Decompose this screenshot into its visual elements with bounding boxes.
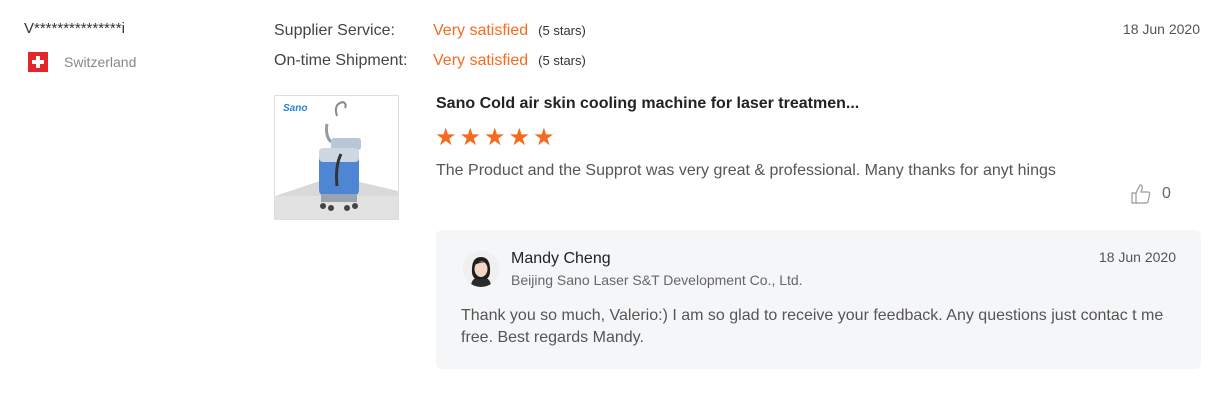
thumbs-up-icon [1131,184,1151,204]
rating-stars-text: (5 stars) [538,23,586,38]
rating-row-on-time-shipment: On-time Shipment: Very satisfied (5 star… [274,52,586,70]
review-date: 18 Jun 2020 [1122,21,1200,37]
like-button[interactable]: 0 [1130,183,1171,205]
star-icon: ★ [508,124,531,151]
star-icon: ★ [459,124,482,151]
country-name: Switzerland [64,54,137,70]
rating-value: Very satisfied [433,22,529,39]
like-count: 0 [1162,185,1171,202]
reviewer-country: Switzerland [28,52,136,72]
star-icon: ★ [533,124,555,151]
reply-company: Beijing Sano Laser S&T Development Co., … [511,272,803,288]
star-icon: ★ [484,124,506,151]
rating-stars-text: (5 stars) [538,53,586,68]
avatar [463,251,499,287]
product-thumbnail[interactable]: Sano [274,95,399,220]
avatar-image [463,251,499,287]
rating-value: Very satisfied [433,52,529,69]
review-text: The Product and the Supprot was very gre… [436,162,1056,179]
reviewer-name: V***************i [24,20,125,37]
rating-label: Supplier Service: [274,22,395,39]
rating-row-supplier-service: Supplier Service: Very satisfied (5 star… [274,22,586,40]
review-star-rating: ★ ★ ★ ★ ★ [435,125,555,151]
reply-text: Thank you so much, Valerio:) I am so gla… [461,307,1164,346]
product-title-link[interactable]: Sano Cold air skin cooling machine for l… [436,95,859,113]
reply-date: 18 Jun 2020 [1098,249,1176,265]
reply-author-name: Mandy Cheng [511,250,611,267]
star-icon: ★ [435,124,457,151]
product-image: Sano [275,100,398,219]
swiss-flag-icon [28,52,48,72]
product-logo-text: Sano [283,103,307,114]
rating-label: On-time Shipment: [274,52,408,69]
